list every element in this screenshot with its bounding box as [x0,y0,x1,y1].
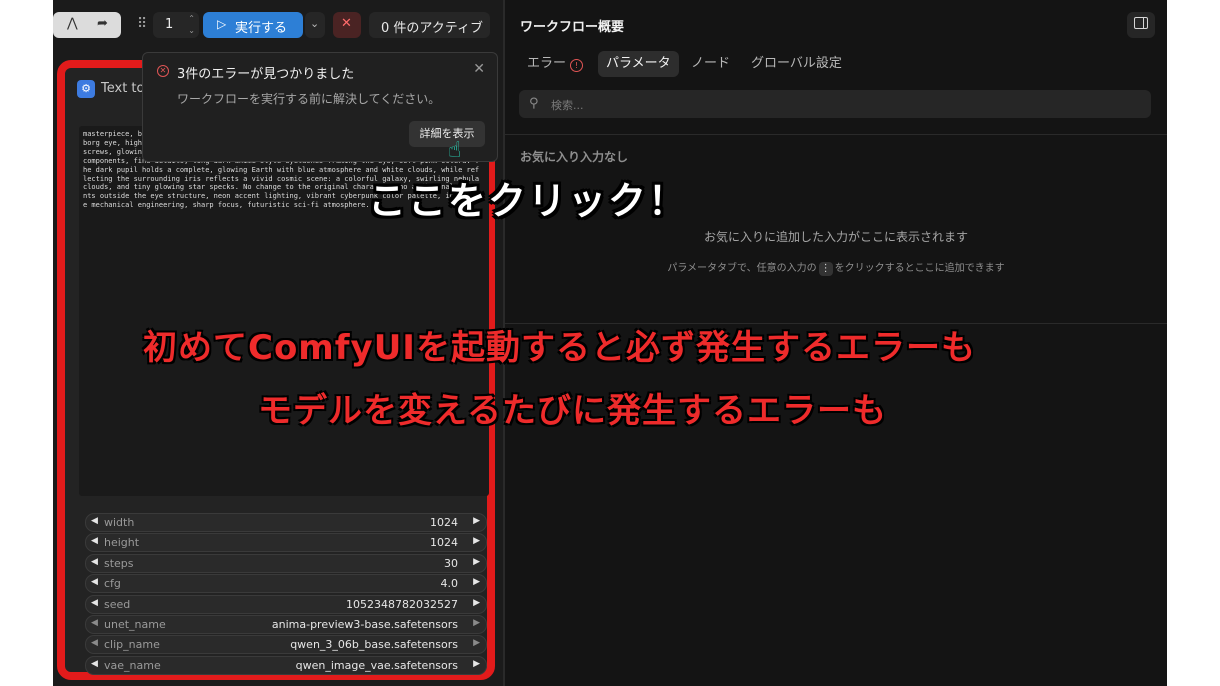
run-button[interactable]: ▷ 実行する [203,12,303,38]
tab-errors-label: エラー [527,56,567,71]
chevron-down-icon: ⌄ [310,17,320,30]
caption-line-1: 初めてComfyUIを起動すると必ず発生するエラーも [143,328,976,368]
error-indicator-icon: ! [570,59,584,72]
close-icon: ✕ [341,16,352,31]
play-icon: ▷ [217,17,227,31]
batch-count-value: 1 [165,17,174,32]
widget-value: 1024 [430,516,458,529]
increment-arrow-icon[interactable]: ▶ [473,598,480,608]
widget-name: clip_name [104,638,160,652]
panel-title: ワークフロー概要 [520,20,625,35]
show-details-button[interactable]: 詳細を表示 [409,121,485,147]
widget-value: 1052348782032527 [346,597,458,611]
decrement-arrow-icon[interactable]: ◀ [91,577,98,587]
error-circle-icon: ✕ [157,65,169,77]
tab-parameters-label: パラメータ [606,56,671,71]
error-popup-title: 3件のエラーが見つかりました [177,67,355,82]
widget-name: steps [104,556,134,570]
comfyui-app: ⋀ ➦ ⠿ 1 ⌃ ⌄ ▷ 実行する ⌄ ✕ 0 件のアクティブ ⚙ Text t… [53,0,1167,686]
error-popup-description: ワークフローを実行する前に解決してください。 [177,92,441,106]
widget-steps[interactable]: ◀ steps 30 ▶ [85,553,487,573]
favorites-empty-message: お気に入りに追加した入力がここに表示されます [703,230,968,244]
widget-value: 30 [444,556,458,570]
tab-nodes[interactable]: ノード [691,51,730,77]
canvas-tool-group: ⋀ ➦ [53,12,121,38]
increment-arrow-icon[interactable]: ▶ [473,638,480,648]
widget-value: 4.0 [440,577,459,591]
close-icon[interactable]: ✕ [473,61,485,77]
widget-name: cfg [104,577,121,591]
widget-value: 1024 [430,536,458,550]
tab-parameters[interactable]: パラメータ [598,51,679,77]
increment-arrow-icon[interactable]: ▶ [473,618,480,628]
decrement-arrow-icon[interactable]: ◀ [91,638,98,648]
search-input[interactable] [549,94,1133,116]
increment-arrow-icon[interactable]: ▶ [473,577,480,587]
decrement-arrow-icon[interactable]: ◀ [91,557,98,567]
drag-handle-icon[interactable]: ⠿ [137,16,147,32]
active-queue-button[interactable]: 0 件のアクティブ [369,12,490,38]
widget-clip-name[interactable]: ◀ clip_name qwen_3_06b_base.safetensors ▶ [85,635,487,655]
error-popup: ✕ 3件のエラーが見つかりました ✕ ワークフローを実行する前に解決してください… [142,52,498,162]
redo-icon[interactable]: ➦ [97,16,108,31]
divider [505,134,1167,135]
favorites-hint-after: をクリックするとここに追加できます [834,263,1005,274]
increment-arrow-icon[interactable]: ▶ [473,557,480,567]
favorites-hint: パラメータタブで、任意の入力の ⋮ をクリックするとここに追加できます [505,259,1167,276]
increment-arrow-icon[interactable]: ▶ [473,659,480,669]
widget-seed[interactable]: ◀ seed 1052348782032527 ▶ [85,594,487,614]
widget-name: seed [104,597,131,611]
decrement-arrow-icon[interactable]: ◀ [91,618,98,628]
tab-errors[interactable]: エラー! [527,51,584,77]
active-queue-label: 0 件のアクティブ [381,21,483,36]
connector-icon[interactable]: ⋀ [67,16,78,31]
decrement-arrow-icon[interactable]: ◀ [91,516,98,526]
hand-pointer-icon: ☝ [448,138,462,163]
tab-nodes-label: ノード [691,56,731,71]
widget-name: unet_name [104,618,166,631]
widget-name: width [104,516,135,529]
widget-name: height [104,536,140,550]
tab-global-settings[interactable]: グローバル設定 [751,51,842,77]
widget-name: vae_name [104,658,161,672]
widget-vae-name[interactable]: ◀ vae_name qwen_image_vae.safetensors ▶ [85,655,487,675]
stepper-arrows-icon[interactable]: ⌃ ⌄ [188,13,195,37]
search-box: ⚲ [519,90,1151,118]
caption-click-here: ここをクリック！ [368,179,689,223]
panel-toggle-icon [1134,17,1148,29]
caption-line-2: モデルを変えるたびに発生するエラーも [258,391,887,431]
widget-value: qwen_3_06b_base.safetensors [290,638,458,652]
tab-global-settings-label: グローバル設定 [751,56,842,71]
favorites-hint-before: パラメータタブで、任意の入力の [667,263,817,274]
toggle-panel-button[interactable] [1127,12,1155,38]
widget-unet-name[interactable]: ◀ unet_name anima-preview3-base.safetensor… [85,615,487,634]
widget-width[interactable]: ◀ width 1024 ▶ [85,513,487,532]
node-type-icon: ⚙ [77,80,95,98]
decrement-arrow-icon[interactable]: ◀ [91,598,98,608]
widget-value: qwen_image_vae.safetensors [295,658,458,672]
increment-arrow-icon[interactable]: ▶ [473,536,480,546]
more-vertical-icon: ⋮ [818,262,833,276]
cancel-run-button[interactable]: ✕ [333,12,361,38]
run-button-label: 実行する [235,21,288,36]
widget-height[interactable]: ◀ height 1024 ▶ [85,533,487,553]
batch-count-stepper[interactable]: 1 ⌃ ⌄ [153,12,199,38]
favorites-heading: お気に入り入力なし [520,150,629,164]
increment-arrow-icon[interactable]: ▶ [473,516,480,526]
decrement-arrow-icon[interactable]: ◀ [91,536,98,546]
widget-cfg[interactable]: ◀ cfg 4.0 ▶ [85,574,487,594]
decrement-arrow-icon[interactable]: ◀ [91,659,98,669]
run-options-dropdown[interactable]: ⌄ [305,12,325,38]
widget-value: anima-preview3-base.safetensors [271,618,458,631]
search-icon: ⚲ [529,96,539,111]
